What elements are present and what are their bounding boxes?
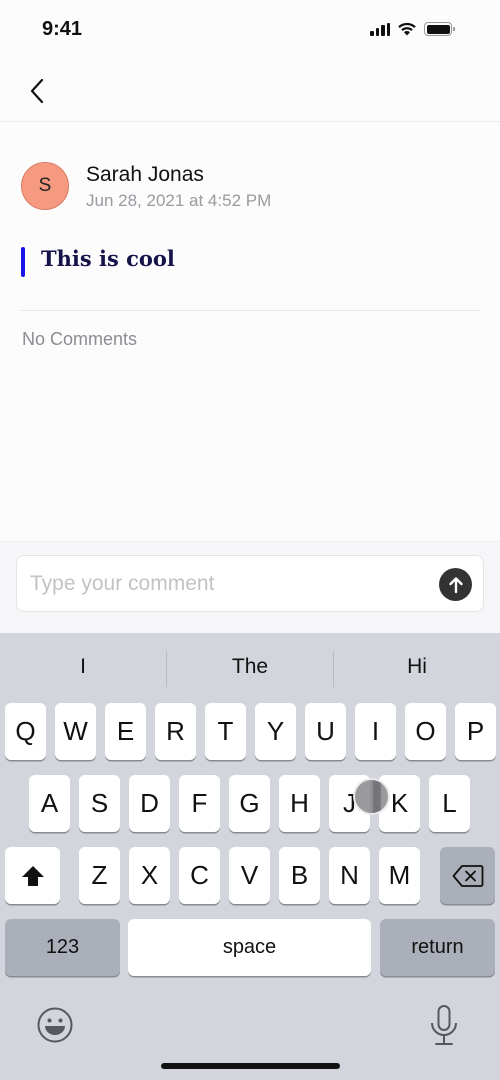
- suggestion-item[interactable]: The: [167, 633, 333, 701]
- key-z[interactable]: Z: [79, 847, 120, 904]
- key-r[interactable]: R: [155, 703, 196, 760]
- status-bar: 9:41: [0, 0, 500, 60]
- suggestion-bar: I The Hi: [0, 633, 500, 701]
- key-d[interactable]: D: [129, 775, 170, 832]
- key-o[interactable]: O: [405, 703, 446, 760]
- backspace-icon: [452, 864, 483, 887]
- key-i[interactable]: I: [355, 703, 396, 760]
- key-m[interactable]: M: [379, 847, 420, 904]
- touch-indicator: [353, 778, 390, 815]
- key-x[interactable]: X: [129, 847, 170, 904]
- shift-key[interactable]: [5, 847, 60, 904]
- space-key[interactable]: space: [128, 919, 371, 976]
- shift-icon: [21, 865, 44, 886]
- emoji-icon: [37, 1007, 73, 1043]
- key-b[interactable]: B: [279, 847, 320, 904]
- quote-accent-bar: [21, 247, 25, 277]
- home-indicator[interactable]: [161, 1063, 340, 1069]
- suggestion-item[interactable]: Hi: [334, 633, 500, 701]
- key-p[interactable]: P: [455, 703, 496, 760]
- numbers-key[interactable]: 123: [5, 919, 120, 976]
- microphone-icon: [431, 1005, 457, 1045]
- key-u[interactable]: U: [305, 703, 346, 760]
- key-c[interactable]: C: [179, 847, 220, 904]
- wifi-icon: [398, 22, 416, 36]
- status-icons: [370, 22, 455, 36]
- key-l[interactable]: L: [429, 775, 470, 832]
- chevron-left-icon: [30, 78, 44, 104]
- signal-icon: [370, 22, 390, 36]
- return-key[interactable]: return: [380, 919, 495, 976]
- key-w[interactable]: W: [55, 703, 96, 760]
- key-q[interactable]: Q: [5, 703, 46, 760]
- post-title: This is cool: [41, 246, 175, 271]
- microphone-button[interactable]: [428, 1004, 460, 1048]
- status-time: 9:41: [42, 18, 83, 40]
- comment-input[interactable]: [30, 556, 430, 611]
- divider: [21, 310, 481, 311]
- key-a[interactable]: A: [29, 775, 70, 832]
- delete-key[interactable]: [440, 847, 495, 904]
- comment-box: [16, 555, 484, 612]
- comment-composer: [0, 541, 500, 633]
- back-button[interactable]: [22, 74, 52, 108]
- key-h[interactable]: H: [279, 775, 320, 832]
- comments-status: No Comments: [22, 329, 138, 349]
- key-f[interactable]: F: [179, 775, 220, 832]
- post-date: Jun 28, 2021 at 4:52 PM: [86, 191, 272, 210]
- avatar[interactable]: S: [21, 162, 69, 210]
- key-y[interactable]: Y: [255, 703, 296, 760]
- suggestion-item[interactable]: I: [0, 633, 166, 701]
- key-t[interactable]: T: [205, 703, 246, 760]
- author-name[interactable]: Sarah Jonas: [86, 163, 204, 187]
- nav-bar: [0, 60, 500, 122]
- key-g[interactable]: G: [229, 775, 270, 832]
- key-n[interactable]: N: [329, 847, 370, 904]
- key-s[interactable]: S: [79, 775, 120, 832]
- key-e[interactable]: E: [105, 703, 146, 760]
- send-button[interactable]: [439, 568, 472, 601]
- key-v[interactable]: V: [229, 847, 270, 904]
- emoji-button[interactable]: [36, 1006, 74, 1044]
- arrow-up-icon: [448, 576, 463, 593]
- battery-icon: [424, 22, 455, 36]
